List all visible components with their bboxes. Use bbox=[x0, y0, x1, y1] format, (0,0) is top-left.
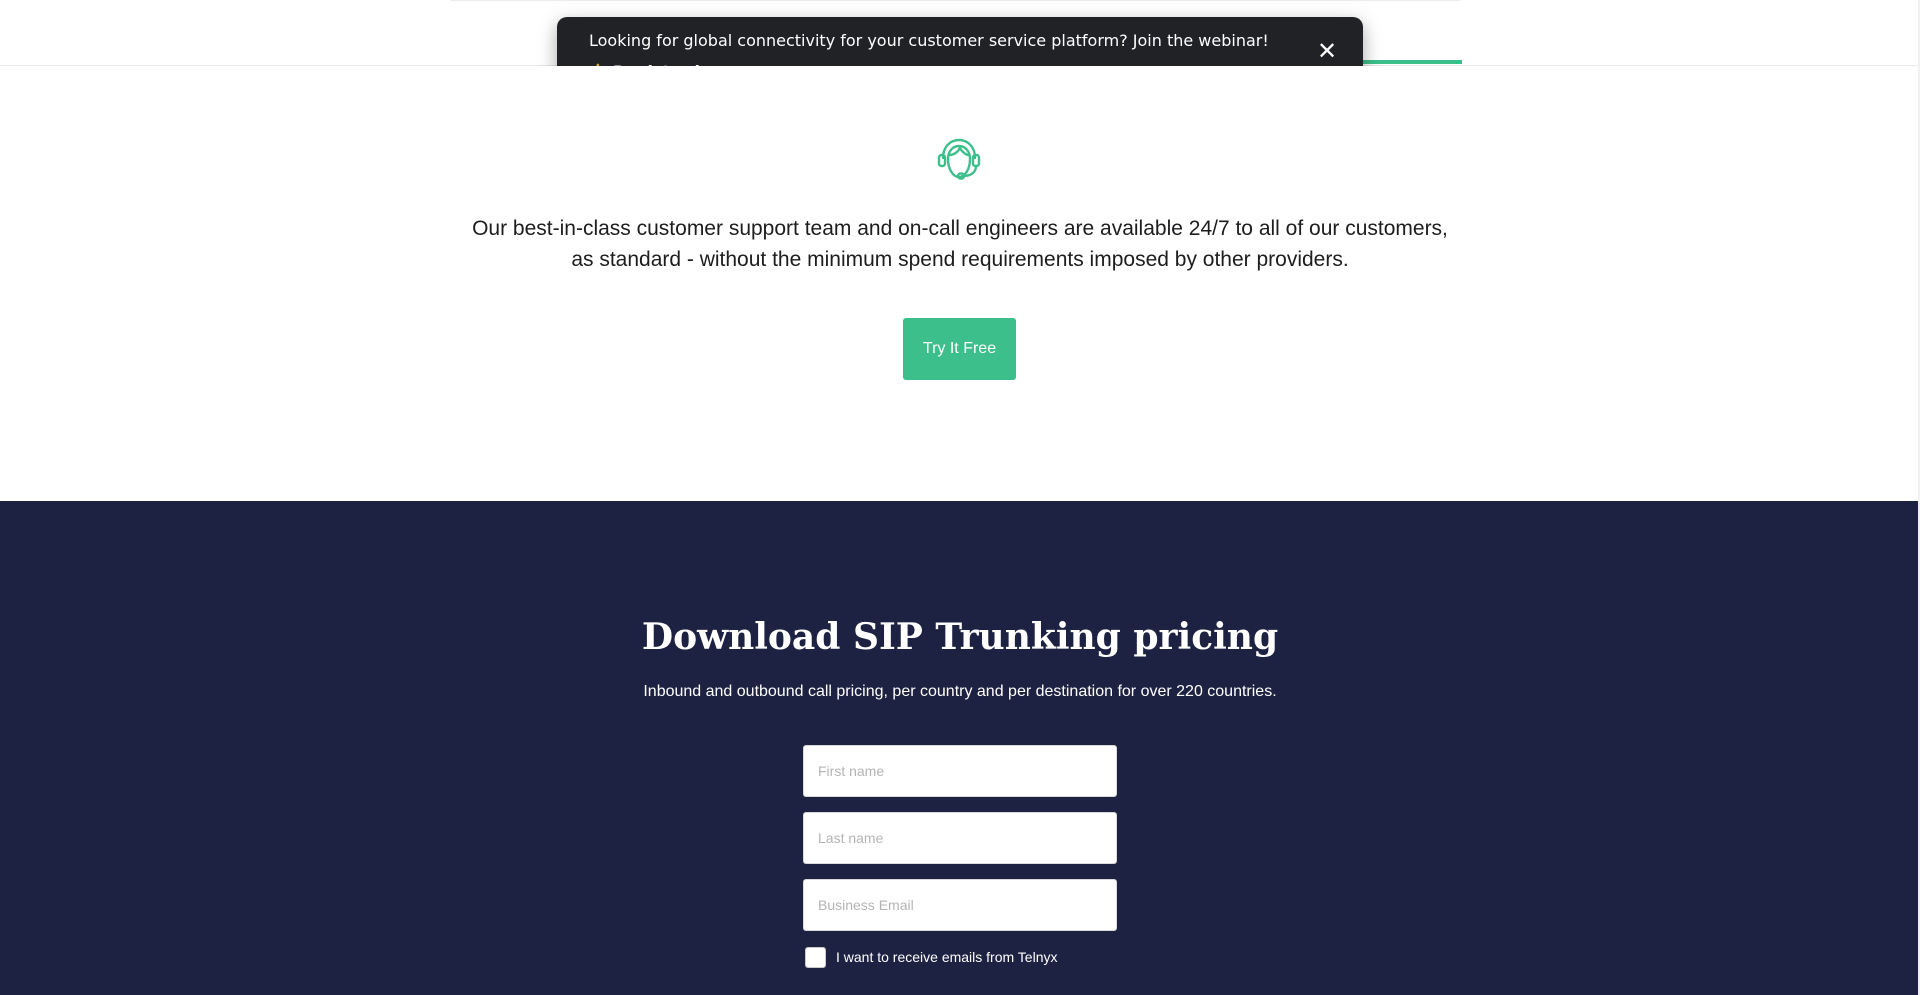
support-section: Our best-in-class customer support team … bbox=[0, 66, 1920, 501]
first-name-input[interactable] bbox=[803, 745, 1117, 797]
support-description: Our best-in-class customer support team … bbox=[472, 217, 1448, 271]
pricing-title: Download SIP Trunking pricing bbox=[641, 616, 1279, 658]
try-it-free-button[interactable]: Try It Free bbox=[903, 318, 1016, 380]
banner-close-button[interactable]: ✕ bbox=[1315, 39, 1339, 63]
business-email-input[interactable] bbox=[803, 879, 1117, 931]
headset-icon bbox=[937, 138, 981, 180]
last-name-input[interactable] bbox=[803, 812, 1117, 864]
email-consent-label: I want to receive emails from Telnyx bbox=[836, 949, 1058, 965]
banner-message: Looking for global connectivity for your… bbox=[589, 31, 1269, 50]
pricing-subtitle: Inbound and outbound call pricing, per c… bbox=[643, 683, 1277, 700]
close-icon: ✕ bbox=[1316, 37, 1338, 65]
nav-divider bbox=[450, 0, 1460, 1]
email-consent-checkbox[interactable] bbox=[805, 946, 826, 968]
active-tab-indicator bbox=[1360, 60, 1462, 64]
page: Looking for global connectivity for your… bbox=[0, 0, 1920, 995]
email-consent-row: I want to receive emails from Telnyx bbox=[803, 945, 1058, 969]
pricing-section: Download SIP Trunking pricing Inbound an… bbox=[0, 501, 1920, 995]
